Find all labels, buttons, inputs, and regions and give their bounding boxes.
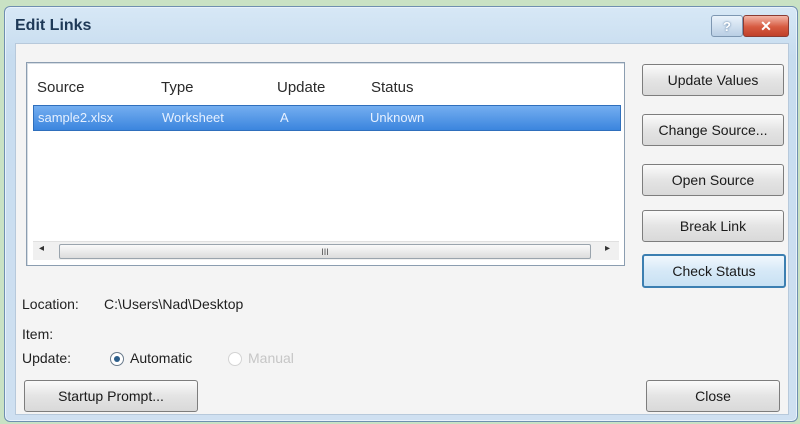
column-header-status[interactable]: Status bbox=[371, 79, 414, 96]
update-values-button[interactable]: Update Values bbox=[642, 64, 784, 96]
manual-radio[interactable] bbox=[228, 352, 242, 366]
dialog-title: Edit Links bbox=[15, 17, 92, 34]
cell-source: sample2.xlsx bbox=[38, 110, 114, 125]
location-label: Location: bbox=[22, 296, 79, 312]
scroll-thumb[interactable]: III bbox=[59, 244, 591, 259]
column-header-source[interactable]: Source bbox=[37, 79, 85, 96]
change-source-button[interactable]: Change Source... bbox=[642, 114, 784, 146]
table-row[interactable]: sample2.xlsx Worksheet A Unknown bbox=[33, 105, 621, 131]
help-icon: ? bbox=[723, 18, 731, 34]
automatic-radio[interactable] bbox=[110, 352, 124, 366]
break-link-button[interactable]: Break Link bbox=[642, 210, 784, 242]
location-value: C:\Users\Nad\Desktop bbox=[104, 296, 244, 312]
title-bar: Edit Links ? ✕ bbox=[5, 7, 797, 43]
close-window-button[interactable]: ✕ bbox=[743, 15, 789, 37]
open-source-button[interactable]: Open Source bbox=[642, 164, 784, 196]
column-header-update[interactable]: Update bbox=[277, 79, 325, 96]
scroll-left-icon[interactable]: ◂ bbox=[39, 243, 44, 254]
cell-status: Unknown bbox=[370, 110, 425, 125]
edit-links-dialog: Edit Links ? ✕ Source Type Update Status… bbox=[4, 6, 798, 422]
check-status-button[interactable]: Check Status bbox=[642, 254, 786, 288]
horizontal-scrollbar[interactable]: ◂ III ▸ bbox=[33, 241, 619, 260]
screen-background: Edit Links ? ✕ Source Type Update Status… bbox=[0, 0, 800, 424]
close-icon: ✕ bbox=[760, 17, 772, 34]
manual-radio-label[interactable]: Manual bbox=[248, 350, 294, 366]
links-list[interactable]: Source Type Update Status sample2.xlsx W… bbox=[26, 62, 625, 266]
dialog-body: Source Type Update Status sample2.xlsx W… bbox=[15, 43, 789, 415]
cell-type: Worksheet bbox=[162, 110, 224, 125]
column-header-type[interactable]: Type bbox=[161, 79, 194, 96]
scroll-right-icon[interactable]: ▸ bbox=[605, 243, 610, 254]
close-button[interactable]: Close bbox=[646, 380, 780, 412]
automatic-radio-label[interactable]: Automatic bbox=[130, 350, 192, 366]
item-label: Item: bbox=[22, 326, 54, 342]
cell-update: A bbox=[280, 110, 289, 125]
grip-icon: III bbox=[321, 246, 329, 257]
startup-prompt-button[interactable]: Startup Prompt... bbox=[24, 380, 198, 412]
update-label: Update: bbox=[22, 350, 72, 366]
help-button[interactable]: ? bbox=[711, 15, 743, 37]
